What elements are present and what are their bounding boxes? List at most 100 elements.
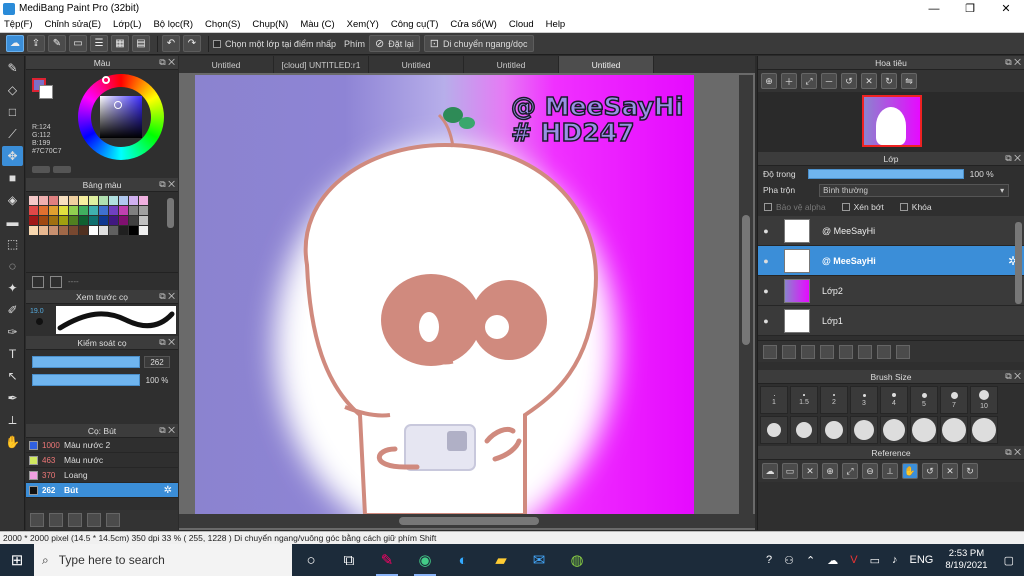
visibility-icon[interactable]: ●: [758, 226, 774, 236]
medibang-app-icon[interactable]: ✎: [368, 544, 406, 576]
palette-swatch[interactable]: [79, 216, 88, 225]
brush-size-option[interactable]: 1: [760, 386, 788, 414]
palette-swatch[interactable]: [29, 216, 38, 225]
brush-size-option[interactable]: 7: [940, 386, 968, 414]
palette-swatch[interactable]: [129, 226, 138, 235]
palette-swatch[interactable]: [69, 206, 78, 215]
scroll-thumb[interactable]: [399, 517, 539, 525]
color-mode-button[interactable]: [53, 166, 71, 173]
palette-swatch[interactable]: [99, 206, 108, 215]
menu-snap[interactable]: Chụp(N): [252, 19, 288, 30]
palette-swatch[interactable]: [99, 196, 108, 205]
color-swatches[interactable]: [32, 78, 54, 100]
trash-icon[interactable]: [896, 344, 910, 359]
zoom-out-icon[interactable]: －: [821, 73, 837, 89]
palette-swatch[interactable]: [59, 206, 68, 215]
protect-alpha-checkbox[interactable]: Bảo vệ alpha: [764, 202, 826, 212]
saturation-marker[interactable]: [114, 101, 122, 109]
comment-icon[interactable]: ✎: [48, 35, 66, 52]
palette-swatch[interactable]: [49, 216, 58, 225]
new-brush-icon[interactable]: [49, 513, 63, 527]
minimize-button[interactable]: —: [916, 0, 952, 17]
cloud-icon[interactable]: ☁: [6, 35, 24, 52]
zoom-in-icon[interactable]: ⊕: [761, 73, 777, 89]
palette-swatch[interactable]: [129, 196, 138, 205]
brush-size-value[interactable]: 262: [144, 356, 170, 368]
file-explorer-icon[interactable]: ▰: [482, 544, 520, 576]
checkbox-box[interactable]: [899, 203, 908, 211]
eyedropper-tool-icon[interactable]: ⟂: [2, 410, 23, 430]
windows-start-icon[interactable]: ⊞: [0, 544, 34, 576]
artwork-canvas[interactable]: @ MeeSayHi # HD247: [195, 75, 694, 515]
palette-swatch[interactable]: [39, 196, 48, 205]
maximize-button[interactable]: ❐: [952, 0, 988, 17]
brush-size-option[interactable]: 1.5: [790, 386, 818, 414]
flip-icon[interactable]: ⇋: [901, 73, 917, 89]
language-indicator[interactable]: ENG: [909, 554, 933, 566]
visibility-icon[interactable]: ●: [758, 256, 774, 266]
palette-swatch[interactable]: [89, 196, 98, 205]
menu-edit[interactable]: Chỉnh sửa(E): [45, 19, 102, 30]
checkbox-box[interactable]: [764, 203, 772, 211]
layer-opacity-slider[interactable]: [807, 169, 964, 179]
brush-menu-icon[interactable]: [68, 513, 82, 527]
brush-size-option[interactable]: 2: [820, 386, 848, 414]
background-color[interactable]: [39, 85, 53, 99]
panel-close-icon[interactable]: ⧉ ✕: [159, 291, 175, 302]
brush-tool-icon[interactable]: ✎: [2, 58, 23, 78]
clipping-checkbox[interactable]: Xén bớt: [841, 202, 884, 212]
brush-size-option[interactable]: [940, 416, 968, 444]
scroll-thumb[interactable]: [742, 215, 750, 345]
redo-icon[interactable]: ↷: [183, 35, 201, 52]
visibility-icon[interactable]: ●: [758, 286, 774, 296]
visibility-icon[interactable]: ●: [758, 316, 774, 326]
grid-icon[interactable]: ▦: [111, 35, 129, 52]
layer-scrollbar[interactable]: [1015, 222, 1022, 304]
select-eraser-tool-icon[interactable]: ✑: [2, 322, 23, 342]
menu-filter[interactable]: Bộ lọc(R): [153, 19, 193, 30]
palette-swatch[interactable]: [89, 206, 98, 215]
checkbox-box[interactable]: [213, 39, 221, 48]
palette-swatch[interactable]: [119, 226, 128, 235]
help-icon[interactable]: ?: [766, 554, 772, 566]
brush-size-option[interactable]: 5: [910, 386, 938, 414]
menu-view[interactable]: Xem(Y): [347, 19, 379, 30]
menu-file[interactable]: Tệp(F): [4, 19, 33, 30]
palette-swatch[interactable]: [69, 196, 78, 205]
panel-icon[interactable]: ▤: [132, 35, 150, 52]
page-icon[interactable]: ▭: [69, 35, 87, 52]
document-tab[interactable]: [cloud] UNTITLED:r1: [274, 56, 369, 73]
brush-size-option[interactable]: 10: [970, 386, 998, 414]
close-button[interactable]: ✕: [988, 0, 1024, 17]
layer-item[interactable]: ● @ MeeSayHi: [758, 216, 1024, 246]
cloud-tray-icon[interactable]: ☁: [827, 554, 838, 567]
brush-size-slider[interactable]: [32, 356, 140, 368]
palette-swatch[interactable]: [69, 216, 78, 225]
panel-close-icon[interactable]: ⧉ ✕: [1005, 57, 1021, 68]
zoom-out-icon[interactable]: ⊖: [862, 463, 878, 479]
brush-size-option[interactable]: [970, 416, 998, 444]
reset-view-icon[interactable]: ✕: [861, 73, 877, 89]
brush-size-option[interactable]: [820, 416, 848, 444]
brush-size-option[interactable]: [850, 416, 878, 444]
folder-icon[interactable]: [87, 513, 101, 527]
merge-layer-icon[interactable]: [877, 344, 891, 359]
move-hv-button[interactable]: ⊡ Di chuyển ngang/dọc: [423, 35, 534, 52]
vertical-scrollbar[interactable]: [739, 75, 753, 515]
add-layer-menu-icon[interactable]: [820, 344, 834, 359]
chrome-icon[interactable]: ◉: [406, 544, 444, 576]
chevron-up-icon[interactable]: ⌃: [806, 554, 815, 567]
taskbar-search[interactable]: ⌕ Type here to search: [34, 544, 292, 576]
text-tool-icon[interactable]: T: [2, 344, 23, 364]
palette-swatch[interactable]: [139, 226, 148, 235]
panel-close-icon[interactable]: ⧉ ✕: [1005, 447, 1021, 458]
palette-swatch[interactable]: [109, 206, 118, 215]
palette-swatch[interactable]: [119, 196, 128, 205]
mail-icon[interactable]: ✉: [520, 544, 558, 576]
panel-close-icon[interactable]: ⧉ ✕: [159, 337, 175, 348]
panel-close-icon[interactable]: ⧉ ✕: [159, 179, 175, 190]
select-pen-tool-icon[interactable]: ✐: [2, 300, 23, 320]
fit-icon[interactable]: ⤢: [842, 463, 858, 479]
menu-color[interactable]: Màu (C): [300, 19, 334, 30]
palette-swatch[interactable]: [139, 206, 148, 215]
